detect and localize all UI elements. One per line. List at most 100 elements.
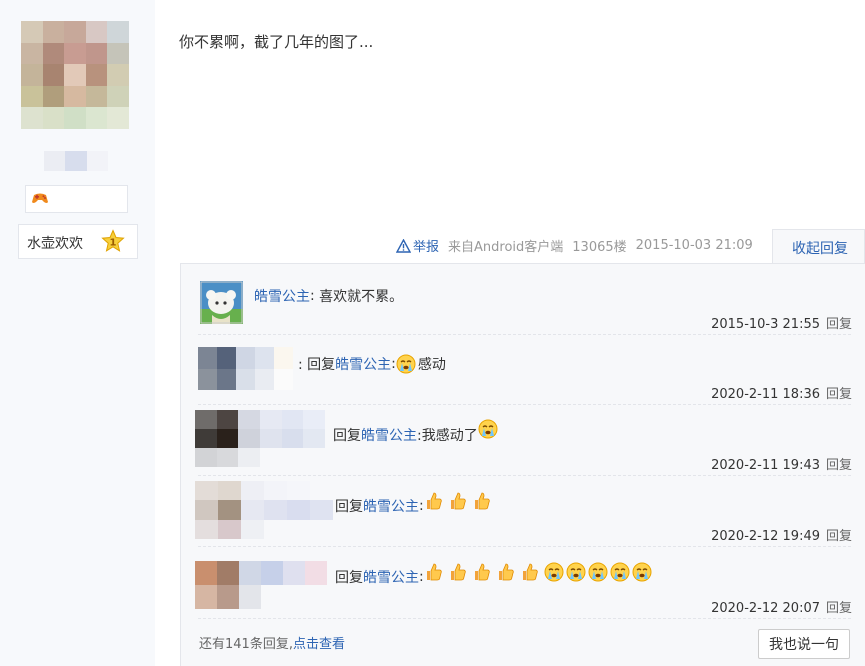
sub-reply-item: : 回复 皓雪公主 : 感动 2020-2-11 18:36 回复 <box>181 334 865 404</box>
reply-button[interactable]: 回复 <box>826 601 852 616</box>
reply-avatar-blurred[interactable] <box>195 481 333 539</box>
reply-avatar-blurred[interactable] <box>198 347 293 390</box>
more-replies-text: 还有141条回复, <box>199 637 293 652</box>
game-controller-icon <box>32 193 48 203</box>
thumbs-up-emoji-icon <box>426 563 442 581</box>
avatar-pixel <box>85 64 108 86</box>
reply-meta: 2020-2-12 20:07 回复 <box>711 597 852 616</box>
level-name: 水壶欢欢 <box>27 236 83 252</box>
avatar-pixel <box>21 107 43 129</box>
thumbs-up-emoji-icon <box>450 563 466 581</box>
level-number: 1 <box>110 238 117 249</box>
badge-box[interactable] <box>25 185 128 213</box>
avatar-pixel <box>64 107 86 129</box>
thumbs-up-emoji-group <box>424 491 496 511</box>
avatar-pixel <box>107 21 129 43</box>
post-source: 来自Android客户端 <box>448 240 564 255</box>
avatar-pixel <box>21 21 43 43</box>
thumbs-up-emoji-icon <box>426 492 442 510</box>
sub-reply-item: 回复 皓雪公主 :我感动了 2020-2-11 19:43 回复 <box>181 404 865 475</box>
username-pixel <box>86 151 108 171</box>
sub-reply-item: 皓雪公主 : 喜欢就不累。 2015-10-3 21:55 回复 <box>181 264 865 334</box>
reply-button[interactable]: 回复 <box>826 317 852 332</box>
crying-emoji-icon <box>588 562 608 582</box>
reply-meta: 2020-2-11 19:43 回复 <box>711 454 852 473</box>
reply-meta: 2020-2-11 18:36 回复 <box>711 383 852 402</box>
reply-avatar-blurred[interactable] <box>195 561 327 609</box>
avatar-pixel <box>42 21 65 43</box>
reply-time: 2015-10-3 21:55 <box>711 317 820 332</box>
thumbs-up-emoji-icon <box>450 492 466 510</box>
avatar-pixel <box>42 107 65 129</box>
divider <box>198 475 851 476</box>
avatar-pixel <box>107 107 129 129</box>
add-reply-button[interactable]: 我也说一句 <box>758 629 850 659</box>
crying-emoji-icon <box>632 562 652 582</box>
report-label: 举报 <box>413 240 440 255</box>
reply-meta: 2020-2-12 19:49 回复 <box>711 525 852 544</box>
warning-icon <box>396 238 411 253</box>
reply-time: 2020-2-12 19:49 <box>711 529 820 544</box>
author-sidebar: 水壶欢欢 1 <box>0 0 155 666</box>
level-badge[interactable]: 水壶欢欢 1 <box>18 224 138 259</box>
thumbs-up-emoji-icon <box>522 563 538 581</box>
reply-prefix: 回复 <box>335 499 363 515</box>
crying-emoji-icon <box>544 562 564 582</box>
avatar-pixel <box>21 85 43 108</box>
avatar-pixel <box>21 64 43 86</box>
username-pixel <box>65 151 87 171</box>
post-tail: 举报 来自Android客户端 13065楼 2015-10-03 21:09 <box>396 236 753 255</box>
sub-reply-item: 回复 皓雪公主 : 2020-2-12 19:49 回复 <box>181 475 865 546</box>
reply-prefix: 回复 <box>333 428 361 444</box>
avatar-pixel <box>64 21 86 43</box>
collapse-replies-label: 收起回复 <box>792 241 848 257</box>
reply-content: :我感动了 <box>417 428 478 444</box>
reply-button[interactable]: 回复 <box>826 529 852 544</box>
reply-content-tail: 感动 <box>417 357 446 373</box>
post-content: 你不累啊，截了几年的图了... <box>179 33 374 51</box>
author-avatar[interactable] <box>21 21 129 129</box>
reply-target-user[interactable]: 皓雪公主 <box>335 354 391 374</box>
reply-time: 2020-2-12 20:07 <box>711 601 820 616</box>
avatar-pixel <box>21 42 43 65</box>
reply-time: 2020-2-11 18:36 <box>711 387 820 402</box>
crying-emoji-icon <box>610 562 630 582</box>
post-floor: 13065楼 <box>572 240 627 255</box>
avatar-pixel <box>64 85 86 108</box>
reply-button[interactable]: 回复 <box>826 387 852 402</box>
divider <box>198 618 851 619</box>
avatar-pixel <box>107 64 129 86</box>
reply-avatar[interactable] <box>200 281 243 324</box>
username-pixel <box>44 151 66 171</box>
reply-target-user[interactable]: 皓雪公主 <box>361 425 417 445</box>
author-username-blurred[interactable] <box>44 151 108 171</box>
view-more-link[interactable]: 点击查看 <box>293 637 345 652</box>
reply-prefix: : 回复 <box>298 357 336 373</box>
sub-reply-panel: 皓雪公主 : 喜欢就不累。 2015-10-3 21:55 回复 : 回复 皓雪公… <box>180 263 865 666</box>
divider <box>198 546 851 547</box>
reply-prefix: 回复 <box>335 570 363 586</box>
level-star-icon: 1 <box>101 229 125 252</box>
avatar-pixel <box>85 107 108 129</box>
reply-meta: 2015-10-3 21:55 回复 <box>711 313 852 332</box>
reply-button[interactable]: 回复 <box>826 458 852 473</box>
reply-avatar-blurred[interactable] <box>195 410 325 467</box>
thumbs-up-emoji-icon <box>474 563 490 581</box>
avatar-pixel <box>85 85 108 108</box>
divider <box>198 404 851 405</box>
report-link[interactable]: 举报 <box>396 236 439 255</box>
avatar-pixel <box>85 21 108 43</box>
sub-reply-item: 回复 皓雪公主 : 2020-2-12 20:07 回复 <box>181 546 865 618</box>
reply-target-user[interactable]: 皓雪公主 <box>363 496 419 516</box>
collapse-replies-button[interactable]: 收起回复 <box>772 229 865 264</box>
thumbs-up-emoji-icon <box>474 492 490 510</box>
divider <box>198 334 851 335</box>
reply-time: 2020-2-11 19:43 <box>711 458 820 473</box>
crying-emoji-icon <box>566 562 586 582</box>
reply-target-user[interactable]: 皓雪公主 <box>363 567 419 587</box>
crying-emoji-icon <box>478 419 498 439</box>
post-time: 2015-10-03 21:09 <box>635 238 753 253</box>
avatar-pixel <box>42 85 65 108</box>
reply-username[interactable]: 皓雪公主 <box>254 286 310 306</box>
emoji-group <box>424 562 654 582</box>
